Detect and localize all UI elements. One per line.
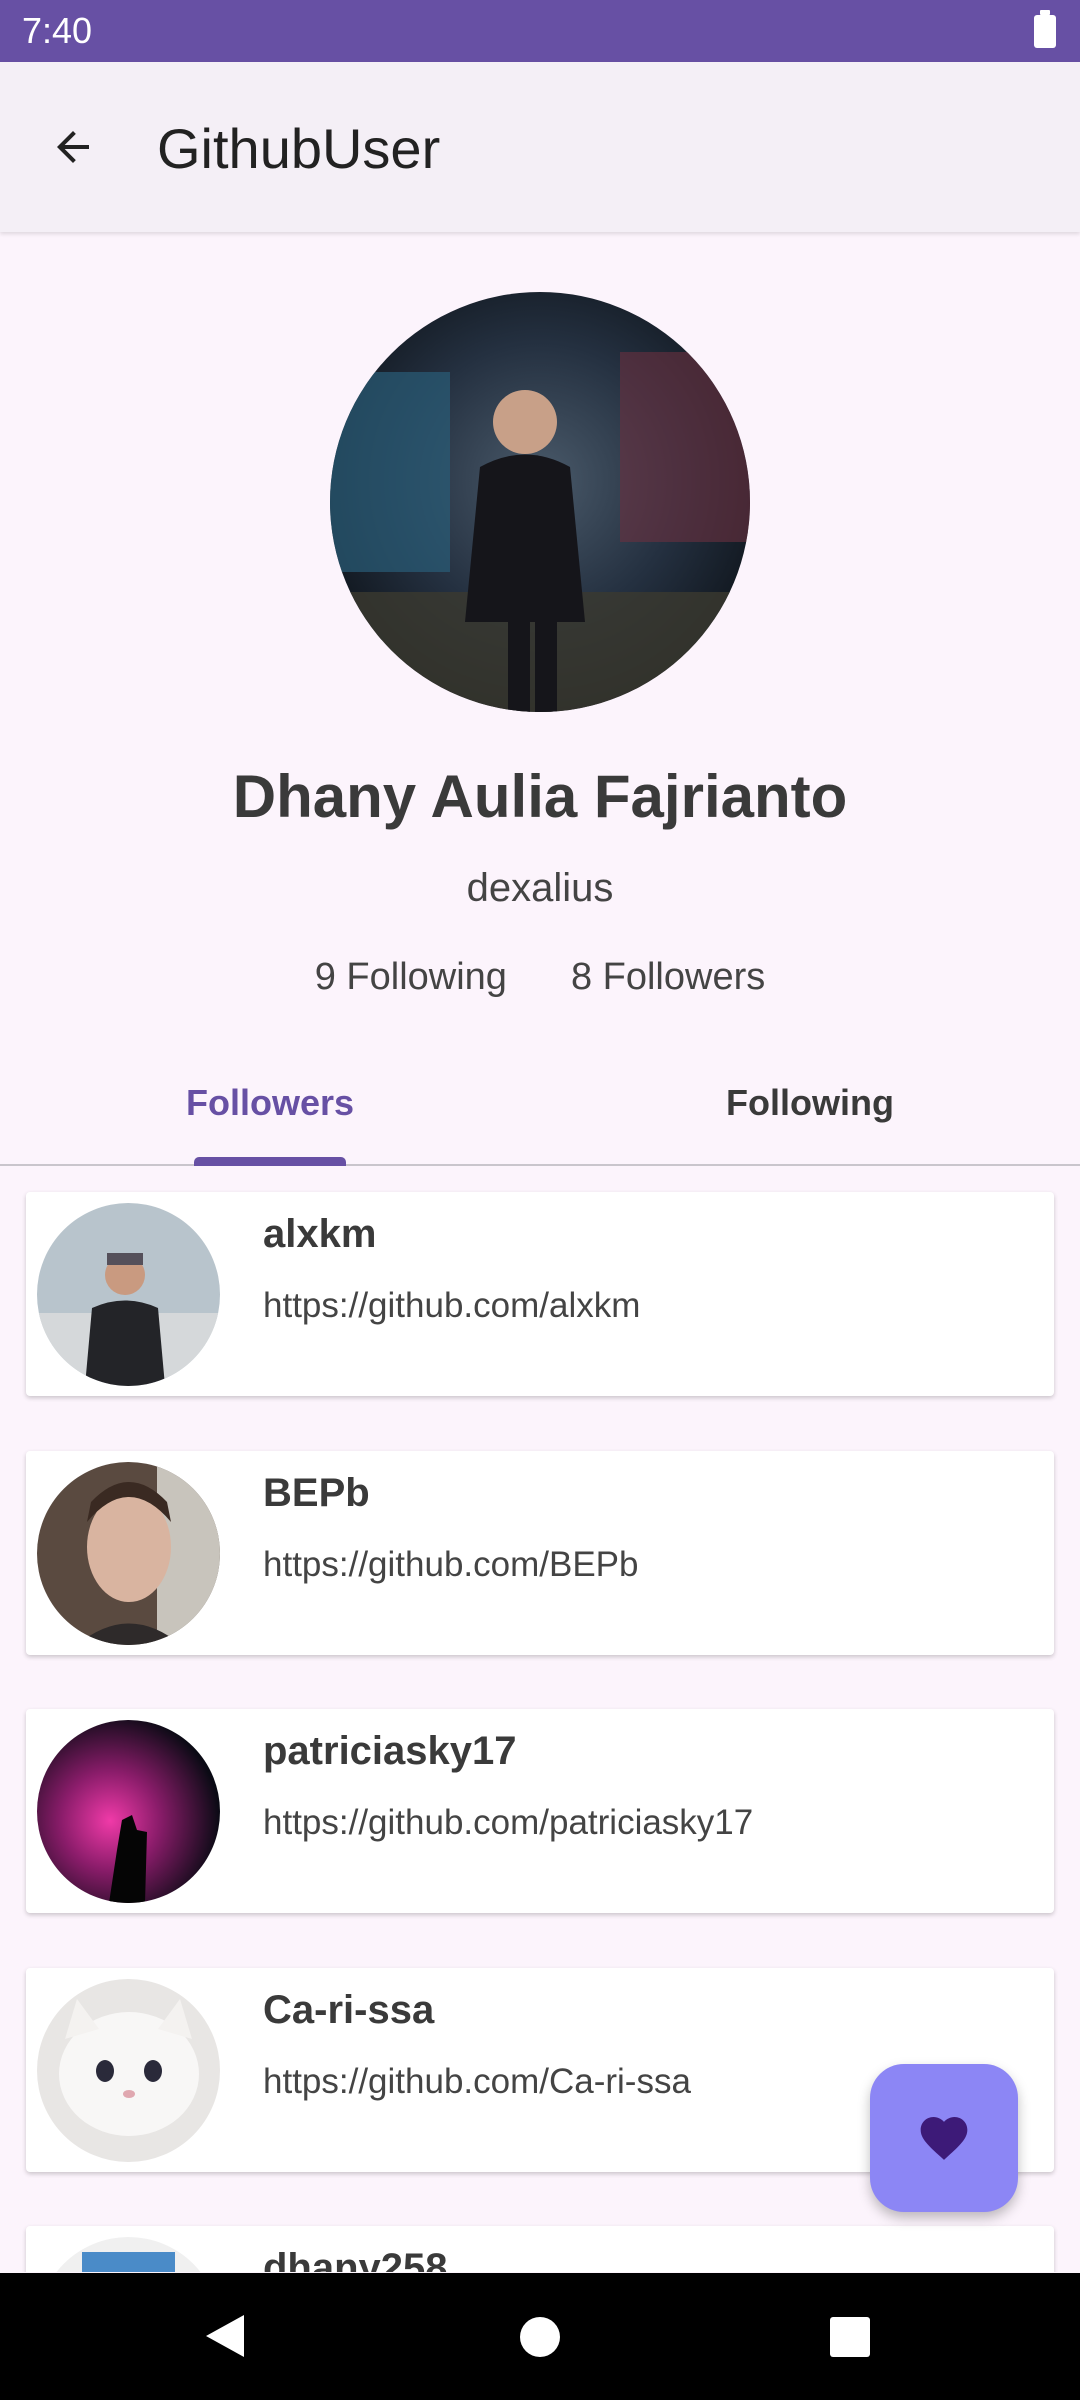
user-url: https://github.com/BEPb bbox=[263, 1545, 639, 1584]
user-url: https://github.com/patriciasky17 bbox=[263, 1803, 754, 1842]
tab-following[interactable]: Following bbox=[540, 1082, 1080, 1124]
back-button[interactable] bbox=[36, 110, 110, 184]
status-time: 7:40 bbox=[22, 10, 93, 51]
user-login: alxkm bbox=[263, 1212, 377, 1256]
profile-stats: 9 Following 8 Followers bbox=[0, 956, 1080, 999]
nav-recents-icon[interactable] bbox=[830, 2317, 870, 2357]
nav-back-icon[interactable] bbox=[204, 2313, 246, 2359]
battery-icon bbox=[1034, 10, 1056, 48]
user-login: BEPb bbox=[263, 1471, 370, 1515]
user-avatar bbox=[37, 1979, 220, 2162]
list-item[interactable]: patriciasky17 https://github.com/patrici… bbox=[26, 1709, 1054, 1913]
user-avatar bbox=[37, 1462, 220, 1645]
user-avatar bbox=[37, 2237, 220, 2272]
heart-icon bbox=[920, 2117, 968, 2160]
profile-username: dexalius bbox=[466, 866, 614, 910]
tab-bar: Followers Following bbox=[0, 1060, 1080, 1166]
profile-full-name: Dhany Aulia Fajrianto bbox=[232, 763, 848, 830]
user-login: patriciasky17 bbox=[263, 1729, 517, 1773]
list-item[interactable]: BEPb https://github.com/BEPb bbox=[26, 1451, 1054, 1655]
user-url: https://github.com/alxkm bbox=[263, 1286, 641, 1325]
tab-followers[interactable]: Followers bbox=[0, 1082, 540, 1124]
user-avatar bbox=[37, 1203, 220, 1386]
app-bar: GithubUser bbox=[0, 62, 1080, 232]
user-url: https://github.com/Ca-ri-ssa bbox=[263, 2062, 691, 2101]
status-bar: 7:40 bbox=[0, 0, 1080, 62]
user-avatar bbox=[37, 1720, 220, 1903]
favorite-button[interactable] bbox=[870, 2064, 1018, 2212]
tab-indicator bbox=[194, 1157, 346, 1166]
arrow-back-icon bbox=[57, 131, 89, 163]
list-item[interactable]: dhany258 bbox=[26, 2226, 1054, 2272]
user-login: Ca-ri-ssa bbox=[263, 1988, 435, 2032]
app-title: GithubUser bbox=[157, 117, 441, 180]
profile-avatar bbox=[330, 292, 750, 712]
nav-home-icon[interactable] bbox=[520, 2317, 560, 2357]
user-login: dhany258 bbox=[263, 2246, 448, 2272]
following-count: 9 Following bbox=[314, 956, 507, 998]
followers-count: 8 Followers bbox=[570, 956, 766, 998]
list-item[interactable]: alxkm https://github.com/alxkm bbox=[26, 1192, 1054, 1396]
system-nav-bar bbox=[0, 2273, 1080, 2400]
